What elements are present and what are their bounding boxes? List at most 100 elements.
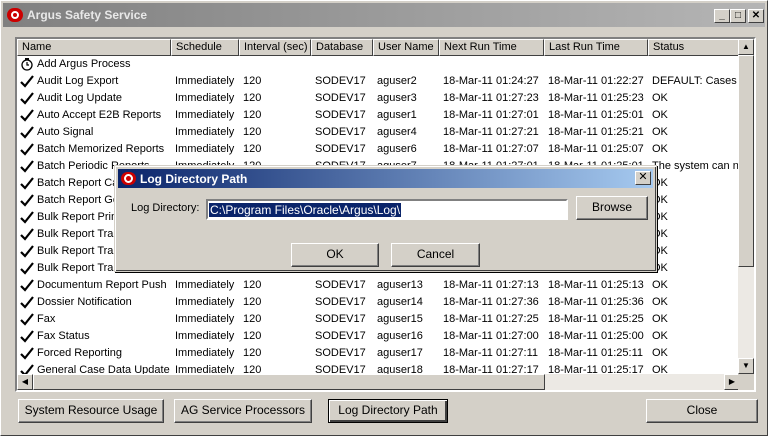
- checkmark-icon: [20, 364, 34, 374]
- checkmark-icon: [20, 109, 34, 122]
- cell-last: 18-Mar-11 01:25:07: [548, 143, 644, 155]
- table-row[interactable]: Fax Status Immediately 120 SODEV17 aguser16 1…: [17, 328, 740, 345]
- horizontal-scrollbar[interactable]: ◀ ▶: [17, 374, 740, 390]
- cell-interval: 120: [243, 330, 262, 342]
- window-title: Argus Safety Service: [27, 8, 148, 22]
- cell-database: SODEV17: [315, 143, 366, 155]
- clock-icon: [20, 58, 34, 71]
- log-directory-value: C:\Program Files\Oracle\Argus\Log\: [209, 203, 402, 217]
- cell-interval: 120: [243, 313, 262, 325]
- cell-next: 18-Mar-11 01:27:01: [443, 109, 539, 121]
- vertical-scroll-thumb[interactable]: [738, 55, 754, 267]
- cell-next: [441, 56, 544, 73]
- cell-status: OK: [652, 194, 668, 206]
- ag-service-processors-button[interactable]: AG Service Processors: [174, 399, 312, 423]
- cell-user: aguser17: [377, 347, 423, 359]
- table-row[interactable]: General Case Data Update Immediately 120 SO…: [17, 362, 740, 374]
- cell-schedule: Immediately: [175, 330, 235, 342]
- horizontal-scroll-thumb[interactable]: [33, 374, 545, 390]
- table-row[interactable]: Batch Memorized Reports Immediately 120 SOD…: [17, 141, 740, 158]
- cell-next: 18-Mar-11 01:27:11: [443, 347, 538, 359]
- cell-schedule: [173, 56, 239, 73]
- checkmark-icon: [20, 75, 34, 88]
- list-header: Name Schedule Interval (sec) Database User N…: [17, 39, 740, 56]
- cell-next: 18-Mar-11 01:27:21: [443, 126, 539, 138]
- cell-name: General Case Data Update: [37, 364, 170, 374]
- column-header-user[interactable]: User Name: [373, 39, 439, 56]
- checkmark-icon: [20, 245, 34, 258]
- cell-interval: 120: [243, 109, 262, 121]
- table-row[interactable]: Audit Log Export Immediately 120 SODEV17 agu…: [17, 73, 740, 90]
- dialog-title-bar[interactable]: Log Directory Path ✕: [118, 169, 653, 188]
- cell-last: [546, 56, 648, 73]
- cell-user: aguser4: [377, 126, 417, 138]
- table-row[interactable]: Add Argus Process: [17, 56, 740, 73]
- cell-status: OK: [652, 143, 668, 155]
- table-row[interactable]: Forced Reporting Immediately 120 SODEV17 agu…: [17, 345, 740, 362]
- checkmark-icon: [20, 143, 34, 156]
- checkmark-icon: [20, 347, 34, 360]
- close-window-button[interactable]: ✕: [748, 9, 764, 23]
- cell-next: 18-Mar-11 01:27:07: [443, 143, 539, 155]
- cell-name: Auto Signal: [37, 126, 94, 138]
- checkmark-icon: [20, 177, 34, 190]
- table-row[interactable]: Audit Log Update Immediately 120 SODEV17 agu…: [17, 90, 740, 107]
- scroll-left-arrow-icon[interactable]: ◀: [17, 374, 33, 390]
- system-resource-usage-button[interactable]: System Resource Usage: [18, 399, 164, 423]
- minimize-button[interactable]: _: [714, 9, 730, 23]
- cell-next: 18-Mar-11 01:27:23: [443, 92, 539, 104]
- cell-name: Audit Log Export: [37, 75, 119, 87]
- cell-status: OK: [652, 245, 668, 257]
- cell-schedule: Immediately: [175, 347, 235, 359]
- cell-status: OK: [652, 177, 668, 189]
- cancel-button[interactable]: Cancel: [391, 243, 480, 267]
- cell-status: OK: [652, 330, 668, 342]
- column-header-next[interactable]: Next Run Time: [439, 39, 544, 56]
- cell-name: Fax: [37, 313, 56, 325]
- cell-user: aguser15: [377, 313, 423, 325]
- scroll-up-arrow-icon[interactable]: ▲: [738, 39, 754, 55]
- cell-database: [313, 56, 373, 73]
- log-directory-label: Log Directory:: [131, 202, 200, 214]
- browse-button[interactable]: Browse: [576, 196, 648, 220]
- cell-interval: 120: [243, 92, 262, 104]
- table-row[interactable]: Fax Immediately 120 SODEV17 aguser15 18-Mar-1…: [17, 311, 740, 328]
- table-row[interactable]: Auto Accept E2B Reports Immediately 120 SOD…: [17, 107, 740, 124]
- cell-status: OK: [652, 92, 668, 104]
- cell-schedule: Immediately: [175, 364, 235, 374]
- column-header-interval[interactable]: Interval (sec): [239, 39, 311, 56]
- checkmark-icon: [20, 262, 34, 275]
- column-header-schedule[interactable]: Schedule: [171, 39, 239, 56]
- cell-database: SODEV17: [315, 92, 366, 104]
- cell-last: 18-Mar-11 01:25:11: [548, 347, 643, 359]
- table-row[interactable]: Dossier Notification Immediately 120 SODEV1…: [17, 294, 740, 311]
- cell-status: OK: [652, 364, 668, 374]
- cell-status: OK: [652, 313, 668, 325]
- title-bar[interactable]: Argus Safety Service _ □ ✕: [3, 3, 765, 27]
- cell-database: SODEV17: [315, 347, 366, 359]
- ok-button[interactable]: OK: [291, 243, 379, 267]
- close-button[interactable]: Close: [646, 399, 758, 423]
- checkmark-icon: [20, 279, 34, 292]
- cell-next: 18-Mar-11 01:24:27: [443, 75, 539, 87]
- cell-status: OK: [652, 262, 668, 274]
- scroll-down-arrow-icon[interactable]: ▼: [738, 358, 754, 374]
- column-header-last[interactable]: Last Run Time: [544, 39, 648, 56]
- table-row[interactable]: Auto Signal Immediately 120 SODEV17 aguser4 1…: [17, 124, 740, 141]
- maximize-button[interactable]: □: [730, 9, 746, 23]
- column-header-database[interactable]: Database: [311, 39, 373, 56]
- cell-database: SODEV17: [315, 279, 366, 291]
- column-header-name[interactable]: Name: [17, 39, 171, 56]
- column-header-status[interactable]: Status: [648, 39, 740, 56]
- log-directory-input[interactable]: C:\Program Files\Oracle\Argus\Log\: [206, 199, 568, 220]
- cell-last: 18-Mar-11 01:25:25: [548, 313, 644, 325]
- dialog-close-button[interactable]: ✕: [635, 171, 651, 185]
- log-directory-path-button[interactable]: Log Directory Path: [328, 399, 448, 423]
- checkmark-icon: [20, 194, 34, 207]
- cell-status: OK: [652, 296, 668, 308]
- cell-interval: 120: [243, 296, 262, 308]
- vertical-scrollbar[interactable]: ▲ ▼: [738, 39, 754, 374]
- dialog-title: Log Directory Path: [140, 172, 248, 186]
- cell-next: 18-Mar-11 01:27:00: [443, 330, 539, 342]
- table-row[interactable]: Documentum Report Push Immediately 120 SODE…: [17, 277, 740, 294]
